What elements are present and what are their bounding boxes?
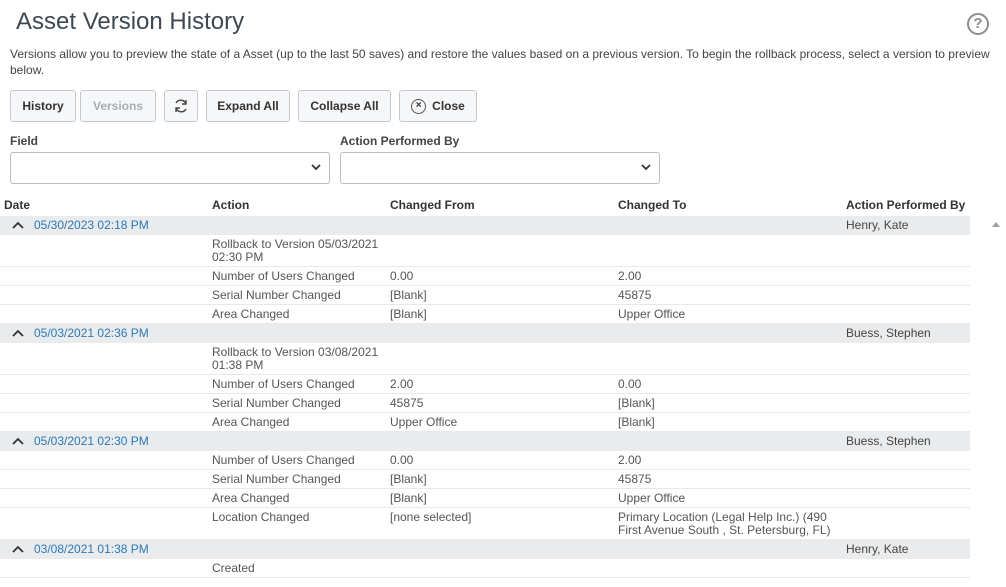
version-group-row: 05/03/2021 02:30 PM Buess, Stephen [0, 432, 970, 451]
performed-by: Buess, Stephen [846, 434, 931, 448]
change-row: Serial Number Changed 45875 [Blank] [0, 394, 970, 413]
changed-to-value: [Blank] [618, 415, 655, 429]
change-row: Rollback to Version 05/03/2021 02:30 PM [0, 235, 970, 267]
changed-from-value: [Blank] [390, 491, 427, 505]
changed-to-value: 0.00 [618, 377, 642, 391]
changed-from-value: [none selected] [390, 510, 472, 524]
changed-to-value: Upper Office [618, 491, 686, 505]
page-description: Versions allow you to preview the state … [10, 47, 990, 77]
vertical-scrollbar[interactable] [986, 216, 1006, 587]
change-row: Serial Number Changed [Blank] 45875 [0, 286, 970, 305]
versions-button[interactable]: Versions [80, 90, 156, 122]
performed-by-filter-label: Action Performed By [340, 134, 460, 148]
change-action: Serial Number Changed [212, 472, 341, 486]
refresh-button[interactable] [164, 90, 198, 122]
changed-from-value: [Blank] [390, 307, 427, 321]
change-row: Number of Users Changed 0.00 2.00 [0, 267, 970, 286]
scroll-up-arrow-icon[interactable] [992, 222, 1000, 227]
performed-by-filter-select[interactable] [340, 152, 660, 184]
change-action: Number of Users Changed [212, 377, 355, 391]
page-title: Asset Version History [16, 8, 245, 35]
column-header-date[interactable]: Date [4, 198, 30, 212]
version-date-link[interactable]: 03/08/2021 01:38 PM [34, 542, 149, 556]
refresh-icon [175, 99, 187, 113]
change-action: Number of Users Changed [212, 453, 355, 467]
changed-to-value: 2.00 [618, 453, 642, 467]
change-action: Area Changed [212, 307, 290, 321]
change-row: Location Changed [none selected] Primary L… [0, 508, 970, 540]
change-row: Area Changed Upper Office [Blank] [0, 413, 970, 432]
change-row: Number of Users Changed 2.00 0.00 [0, 375, 970, 394]
collapse-all-button[interactable]: Collapse All [298, 90, 391, 122]
changed-to-value: 45875 [618, 472, 652, 486]
chevron-down-icon [311, 164, 321, 171]
field-filter-label: Field [10, 134, 39, 148]
chevron-up-icon[interactable] [12, 544, 24, 554]
close-circle-icon: × [411, 98, 427, 114]
changed-from-value: [Blank] [390, 472, 427, 486]
changed-from-value: Upper Office [390, 415, 458, 429]
changed-from-value: 45875 [390, 396, 424, 410]
change-action: Area Changed [212, 491, 290, 505]
history-table-body: 05/30/2023 02:18 PM Henry, Kate Rollback t… [0, 216, 970, 578]
history-button[interactable]: History [10, 90, 76, 122]
performed-by: Henry, Kate [846, 542, 909, 556]
version-date-link[interactable]: 05/03/2021 02:36 PM [34, 326, 149, 340]
column-header-changed-to[interactable]: Changed To [618, 198, 686, 212]
change-row: Serial Number Changed [Blank] 45875 [0, 470, 970, 489]
column-header-changed-from[interactable]: Changed From [390, 198, 475, 212]
changed-from-value: 2.00 [390, 377, 414, 391]
change-action: Rollback to Version 05/03/2021 02:30 PM [212, 237, 379, 264]
version-group-row: 05/30/2023 02:18 PM Henry, Kate [0, 216, 970, 235]
field-filter-select[interactable] [10, 152, 330, 184]
chevron-up-icon[interactable] [12, 328, 24, 338]
change-row: Created [0, 559, 970, 578]
chevron-down-icon [641, 164, 651, 171]
change-action: Location Changed [212, 510, 310, 524]
column-header-action[interactable]: Action [212, 198, 249, 212]
changed-to-value: Primary Location (Legal Help Inc.) (490 … [618, 510, 831, 537]
table-header: Date Action Changed From Changed To Acti… [0, 196, 978, 216]
performed-by: Henry, Kate [846, 218, 909, 232]
changed-to-value: 45875 [618, 288, 652, 302]
change-action: Serial Number Changed [212, 396, 341, 410]
changed-to-value: Upper Office [618, 307, 686, 321]
changed-from-value: 0.00 [390, 453, 414, 467]
change-row: Area Changed [Blank] Upper Office [0, 489, 970, 508]
change-row: Area Changed [Blank] Upper Office [0, 305, 970, 324]
change-action: Created [212, 561, 255, 575]
chevron-up-icon[interactable] [12, 436, 24, 446]
change-action: Rollback to Version 03/08/2021 01:38 PM [212, 345, 379, 372]
chevron-up-icon[interactable] [12, 220, 24, 230]
change-action: Area Changed [212, 415, 290, 429]
changed-from-value: 0.00 [390, 269, 414, 283]
change-action: Number of Users Changed [212, 269, 355, 283]
change-row: Rollback to Version 03/08/2021 01:38 PM [0, 343, 970, 375]
change-action: Serial Number Changed [212, 288, 341, 302]
performed-by: Buess, Stephen [846, 326, 931, 340]
version-date-link[interactable]: 05/30/2023 02:18 PM [34, 218, 149, 232]
column-header-performed-by[interactable]: Action Performed By [846, 198, 965, 212]
expand-all-button[interactable]: Expand All [206, 90, 290, 122]
version-date-link[interactable]: 05/03/2021 02:30 PM [34, 434, 149, 448]
changed-from-value: [Blank] [390, 288, 427, 302]
changed-to-value: 2.00 [618, 269, 642, 283]
changed-to-value: [Blank] [618, 396, 655, 410]
change-row: Number of Users Changed 0.00 2.00 [0, 451, 970, 470]
close-button[interactable]: × Close [399, 90, 477, 122]
version-group-row: 05/03/2021 02:36 PM Buess, Stephen [0, 324, 970, 343]
help-icon[interactable]: ? [967, 13, 989, 35]
close-button-label: Close [432, 99, 465, 113]
version-group-row: 03/08/2021 01:38 PM Henry, Kate [0, 540, 970, 559]
